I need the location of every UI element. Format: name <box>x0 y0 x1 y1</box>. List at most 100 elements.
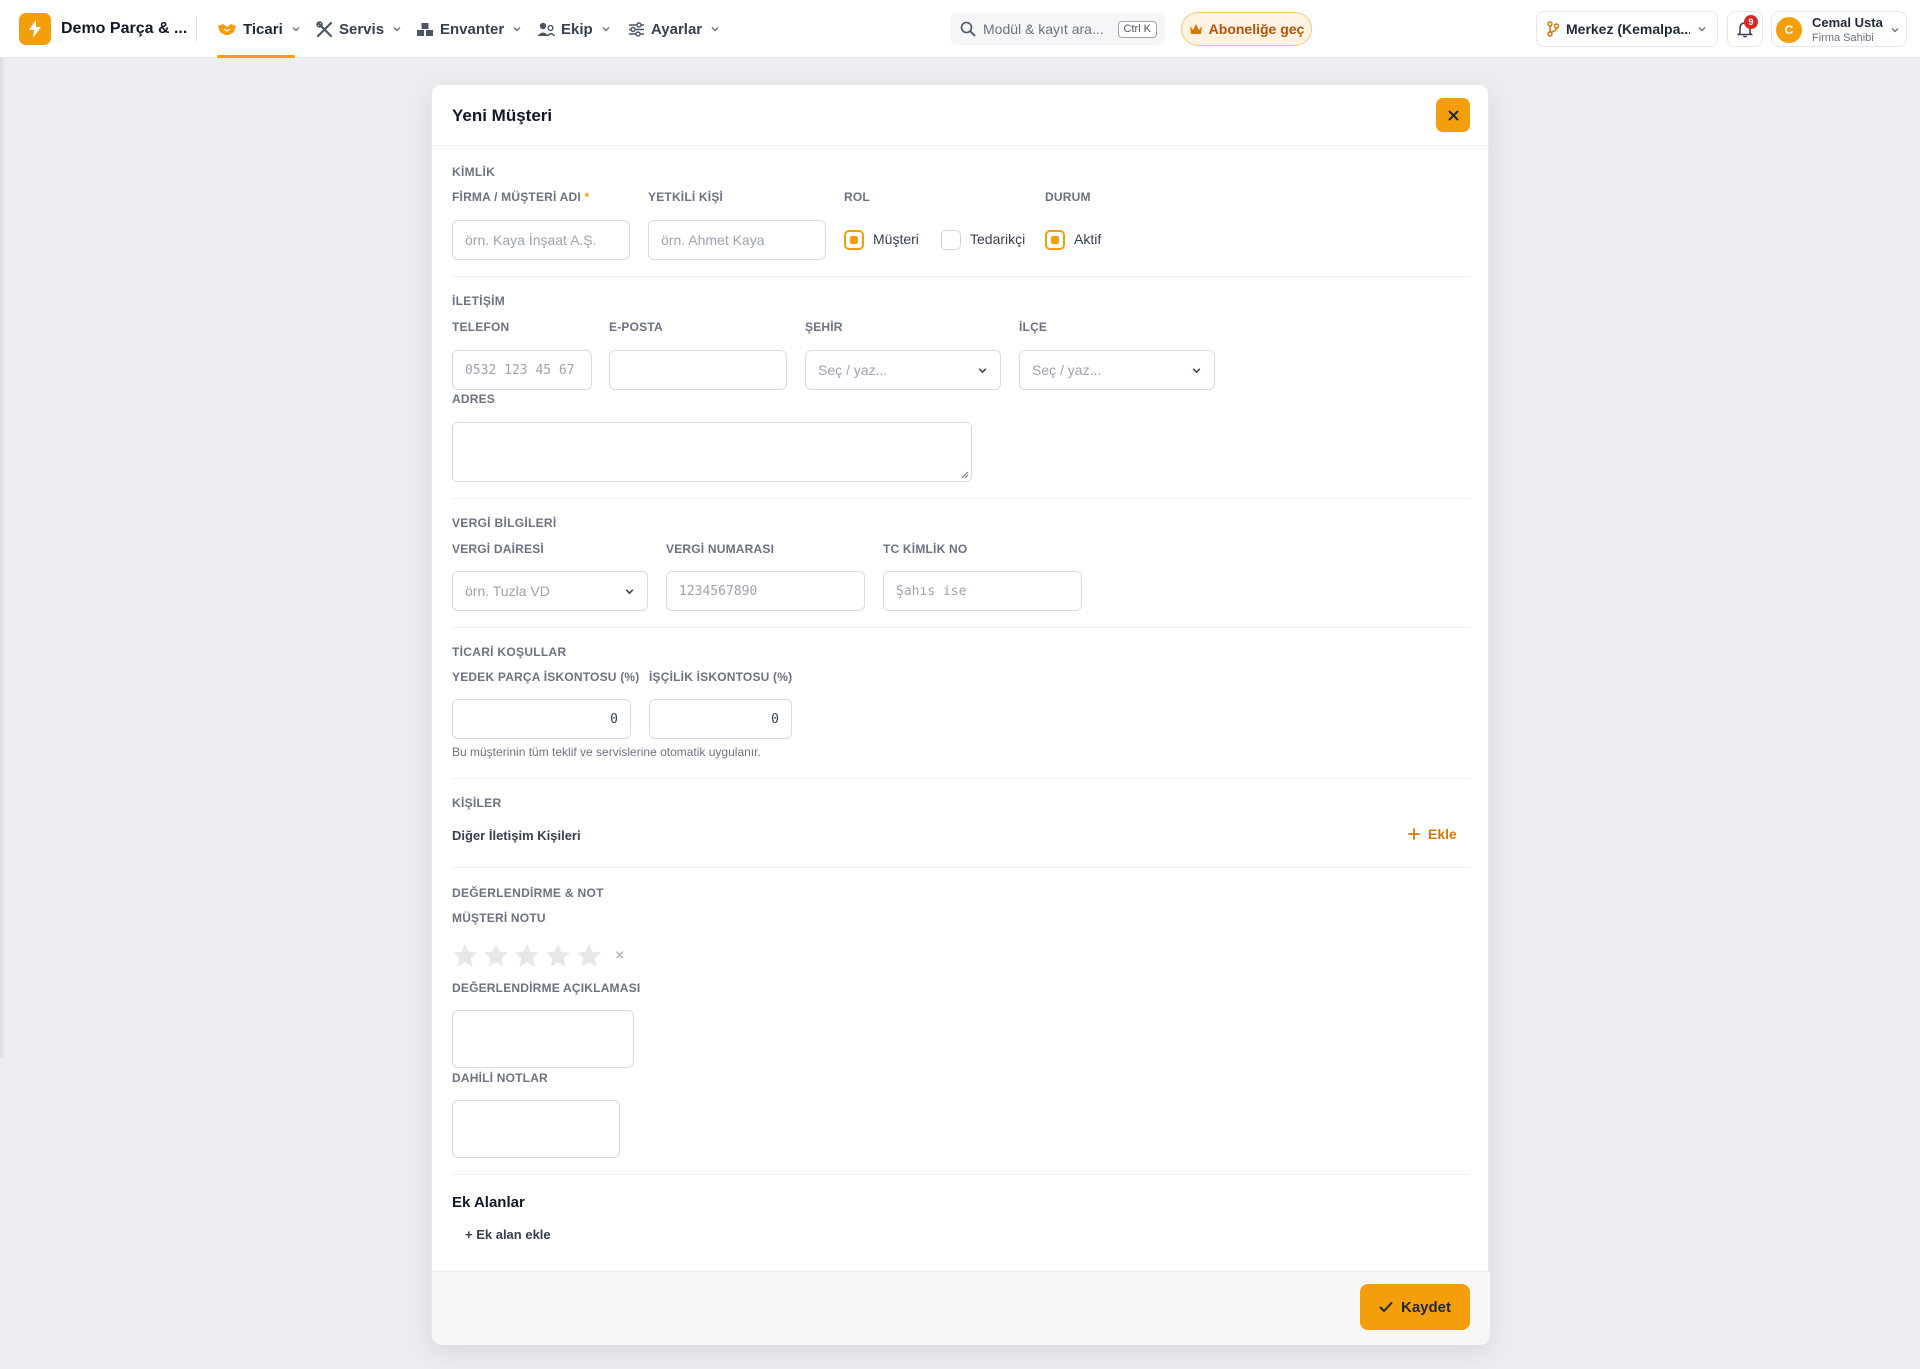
tc-id-label: TC KİMLİK NO <box>883 542 968 556</box>
address-textarea[interactable] <box>452 422 972 482</box>
notifications-button[interactable]: 9 <box>1727 11 1763 47</box>
save-button[interactable]: Kaydet <box>1360 1284 1470 1330</box>
subscribe-button[interactable]: Aboneliğe geç <box>1181 12 1312 46</box>
add-contact-label: Ekle <box>1428 826 1457 842</box>
tools-icon <box>316 20 333 37</box>
contact-person-input[interactable]: örn. Ahmet Kaya <box>648 220 826 260</box>
role-supplier-checkbox[interactable] <box>941 230 961 250</box>
chevron-down-icon <box>292 27 300 32</box>
search-icon <box>960 21 976 37</box>
divider <box>452 778 1470 779</box>
district-select[interactable]: Seç / yaz... <box>1019 350 1215 390</box>
labor-discount-label: İŞÇİLİK İSKONTOSU (%) <box>649 670 793 684</box>
avatar: C <box>1776 17 1802 43</box>
status-active-checkbox[interactable] <box>1045 230 1065 250</box>
nav-servis[interactable]: Servis <box>316 18 402 40</box>
rating-description-textarea[interactable] <box>452 1010 634 1068</box>
chevron-down-icon <box>393 27 401 32</box>
save-label: Kaydet <box>1400 1298 1452 1316</box>
crown-icon <box>1189 24 1202 34</box>
required-mark: * <box>584 190 590 204</box>
company-name-label-text: FİRMA / MÜŞTERİ ADI <box>452 190 581 204</box>
divider <box>452 498 1470 499</box>
divider <box>452 867 1470 868</box>
nav-ayarlar[interactable]: Ayarlar <box>628 18 720 40</box>
labor-discount-input[interactable]: 0 <box>649 699 792 739</box>
role-customer-checkbox[interactable] <box>844 230 864 250</box>
top-navbar: Demo Parça & ... Ticari Servis Envanter … <box>0 0 1920 58</box>
internal-notes-label: DAHİLİ NOTLAR <box>452 1071 548 1085</box>
tc-id-input[interactable]: Şahıs ise <box>883 571 1082 611</box>
user-name: Cemal Usta <box>1812 15 1883 30</box>
nav-envanter[interactable]: Envanter <box>416 18 522 40</box>
add-contact-button[interactable]: Ekle <box>1408 826 1457 842</box>
status-label: DURUM <box>1045 190 1091 204</box>
app-logo[interactable] <box>19 13 51 45</box>
customer-rating-label: MÜŞTERİ NOTU <box>452 911 546 925</box>
nav-ticari[interactable]: Ticari <box>217 18 301 40</box>
city-label: ŞEHİR <box>805 320 843 334</box>
modal-footer: Kaydet <box>432 1271 1490 1345</box>
resize-handle-icon[interactable] <box>961 471 969 479</box>
district-label: İLÇE <box>1019 320 1048 334</box>
contact-person-label: YETKİLİ KİŞİ <box>648 190 724 204</box>
modal-title: Yeni Müşteri <box>452 106 553 125</box>
nav-active-indicator <box>217 55 295 58</box>
user-menu[interactable]: C Cemal Usta Firma Sahibi <box>1771 11 1907 47</box>
star-icon[interactable] <box>452 943 478 968</box>
warehouse-icon <box>417 23 433 36</box>
chevron-down-icon <box>513 27 521 32</box>
new-customer-modal: Yeni Müşteri KİMLİK FİRMA / MÜŞTERİ ADI … <box>431 84 1490 1345</box>
brand-name[interactable]: Demo Parça & ... <box>61 20 187 38</box>
internal-notes-textarea[interactable] <box>452 1100 620 1158</box>
section-rating: DEĞERLENDİRME & NOT <box>452 886 604 900</box>
global-search[interactable]: Modül & kayıt ara... Ctrl K <box>950 13 1165 45</box>
star-icon[interactable] <box>576 943 602 968</box>
clear-rating-button[interactable]: × <box>615 947 624 965</box>
tax-number-input[interactable]: 1234567890 <box>666 571 865 611</box>
parts-discount-input[interactable]: 0 <box>452 699 631 739</box>
phone-label: TELEFON <box>452 320 510 334</box>
subscribe-label: Aboneliğe geç <box>1208 21 1305 37</box>
team-icon <box>537 22 555 37</box>
extra-fields-title: Ek Alanlar <box>452 1194 525 1211</box>
tax-office-select[interactable]: örn. Tuzla VD <box>452 571 648 611</box>
company-name-input[interactable]: örn. Kaya İnşaat A.Ş. <box>452 220 630 260</box>
handshake-icon <box>218 24 236 35</box>
company-name-label: FİRMA / MÜŞTERİ ADI * <box>452 190 589 204</box>
chevron-down-icon <box>978 367 987 373</box>
discount-hint: Bu müşterinin tüm teklif ve servislerine… <box>452 745 761 759</box>
star-icon[interactable] <box>514 943 540 968</box>
plus-icon <box>1408 828 1420 840</box>
role-customer-label: Müşteri <box>873 231 919 247</box>
district-placeholder: Seç / yaz... <box>1032 362 1102 378</box>
branch-selector[interactable]: Merkez (Kemalpa... <box>1536 11 1718 47</box>
search-placeholder: Modül & kayıt ara... <box>983 21 1104 37</box>
star-icon[interactable] <box>483 943 509 968</box>
git-branch-icon <box>1547 21 1559 37</box>
nav-label: Envanter <box>440 20 505 38</box>
user-role: Firma Sahibi <box>1812 32 1874 44</box>
chevron-down-icon <box>602 27 610 32</box>
nav-label: Ticari <box>243 20 283 38</box>
phone-input[interactable]: 0532 123 45 67 <box>452 350 592 390</box>
chevron-down-icon <box>1192 367 1201 373</box>
star-rating[interactable]: × <box>452 943 624 968</box>
email-input[interactable] <box>609 350 787 390</box>
close-button[interactable] <box>1436 98 1470 132</box>
chevron-down-icon <box>711 27 719 32</box>
chevron-down-icon <box>625 588 634 594</box>
other-contacts-title: Diğer İletişim Kişileri <box>452 828 581 843</box>
section-contact: İLETİŞİM <box>452 294 506 308</box>
nav-ekip[interactable]: Ekip <box>537 18 611 40</box>
add-extra-field-button[interactable]: + Ek alan ekle <box>465 1227 551 1242</box>
star-icon[interactable] <box>545 943 571 968</box>
tax-number-label: VERGİ NUMARASI <box>666 542 775 556</box>
section-people: KİŞİLER <box>452 796 502 810</box>
section-identity: KİMLİK <box>452 165 496 179</box>
modal-header: Yeni Müşteri <box>432 85 1490 146</box>
nav-label: Ayarlar <box>651 20 703 38</box>
divider <box>452 1174 1470 1175</box>
city-select[interactable]: Seç / yaz... <box>805 350 1001 390</box>
check-icon <box>1379 1302 1393 1312</box>
